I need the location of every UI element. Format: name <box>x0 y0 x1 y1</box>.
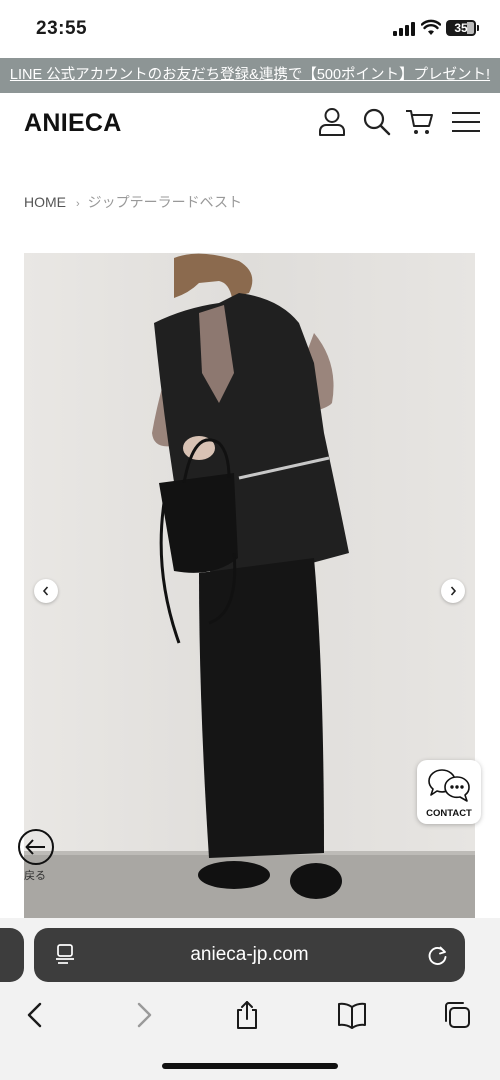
battery-icon: 35 <box>446 20 479 36</box>
breadcrumb: HOME › ジップテーラードベスト <box>24 192 242 212</box>
account-icon[interactable] <box>316 107 348 137</box>
status-bar: 23:55 35 <box>0 0 500 58</box>
menu-icon[interactable] <box>450 107 482 137</box>
contact-button[interactable]: CONTACT <box>417 760 481 824</box>
breadcrumb-home[interactable]: HOME <box>24 194 66 210</box>
chat-bubbles-icon <box>428 769 470 802</box>
address-bar[interactable]: anieca-jp.com <box>34 928 465 982</box>
contact-label: CONTACT <box>426 808 472 819</box>
product-photo-illustration <box>24 253 475 918</box>
tabs-icon[interactable] <box>441 1000 473 1030</box>
cart-icon[interactable] <box>404 107 436 137</box>
wifi-icon <box>421 19 441 35</box>
back-label[interactable]: 戻る <box>24 867 46 883</box>
browser-toolbar: anieca-jp.com <box>0 918 500 1080</box>
cellular-signal-icon <box>393 22 417 36</box>
home-indicator <box>162 1063 338 1069</box>
promo-link[interactable]: LINE 公式アカウントのお友だち登録&連携で【500ポイント】プレゼント! <box>10 67 490 83</box>
carousel-next-button[interactable] <box>441 579 465 603</box>
breadcrumb-current: ジップテーラードベスト <box>87 194 242 210</box>
reload-icon[interactable] <box>427 944 449 966</box>
site-header: ANIECA <box>0 93 500 153</box>
search-icon[interactable] <box>361 107 393 137</box>
breadcrumb-separator: › <box>76 198 80 210</box>
back-icon[interactable] <box>20 1000 52 1030</box>
chevron-right-icon <box>450 586 457 596</box>
status-time: 23:55 <box>36 18 88 39</box>
site-logo[interactable]: ANIECA <box>24 109 122 138</box>
product-image[interactable] <box>24 253 475 918</box>
promo-banner: LINE 公式アカウントのお友だち登録&連携で【500ポイント】プレゼント! <box>0 58 500 93</box>
previous-tab-preview[interactable] <box>0 928 24 982</box>
forward-icon[interactable] <box>127 1000 159 1030</box>
back-circle-icon[interactable] <box>17 828 55 866</box>
battery-level: 35 <box>454 21 468 35</box>
url-text[interactable]: anieca-jp.com <box>34 928 465 982</box>
bookmarks-icon[interactable] <box>336 1000 368 1030</box>
carousel-prev-button[interactable] <box>34 579 58 603</box>
chevron-left-icon <box>42 586 49 596</box>
share-icon[interactable] <box>231 1000 263 1030</box>
